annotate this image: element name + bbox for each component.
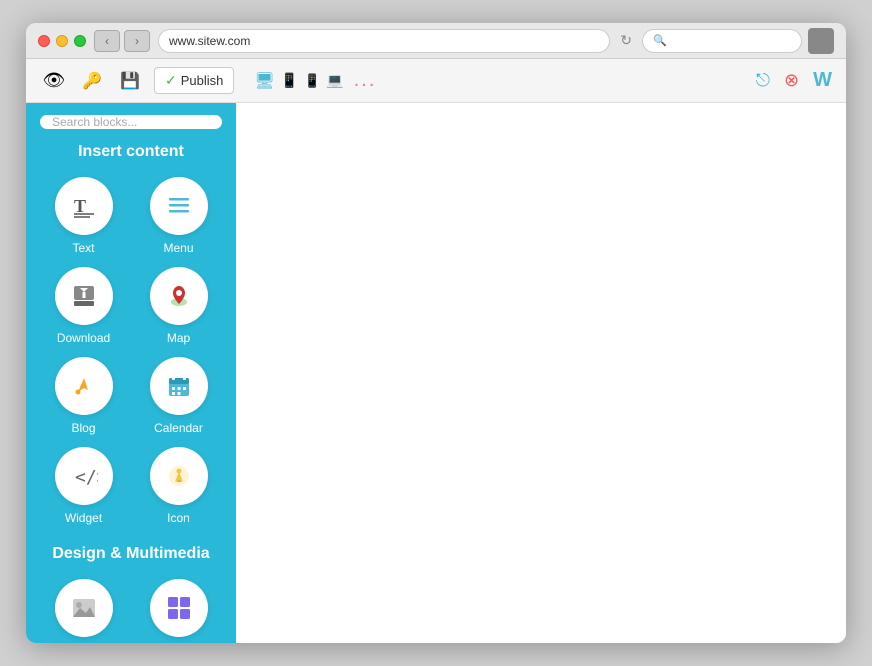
search-blocks-placeholder: Search blocks... <box>52 115 137 129</box>
eye-icon[interactable]: 👁 <box>40 67 68 95</box>
insert-content-title: Insert content <box>26 137 236 165</box>
block-item-download[interactable]: Download <box>40 267 127 345</box>
minimize-button[interactable] <box>56 35 68 47</box>
design-multimedia-title: Design & Multimedia <box>26 539 236 567</box>
toolbar-right: ⎋ ⊗ W <box>756 69 832 92</box>
address-bar-wrapper: www.sitew.com ↻ 🔍 <box>158 28 834 54</box>
address-bar[interactable]: www.sitew.com <box>158 29 610 53</box>
block-label-menu: Menu <box>163 241 193 255</box>
desktop-icon[interactable]: 🖥 <box>254 71 274 91</box>
block-label-map: Map <box>167 331 190 345</box>
back-button[interactable]: ‹ <box>94 30 120 52</box>
insert-content-grid: T Text <box>26 177 236 539</box>
block-item-text[interactable]: T Text <box>40 177 127 255</box>
toolbar: 👁 🔑 💾 ✓ Publish 🖥 📱 📱 💻 ... ⎋ ⊗ W <box>26 59 846 103</box>
block-circle-image <box>55 579 113 637</box>
block-circle-widget: </> <box>55 447 113 505</box>
blog-icon <box>70 372 98 400</box>
forward-button[interactable]: › <box>124 30 150 52</box>
block-circle-calendar <box>150 357 208 415</box>
block-item-map[interactable]: Map <box>135 267 222 345</box>
block-circle-icon <box>150 447 208 505</box>
block-label-calendar: Calendar <box>154 421 203 435</box>
tablet-icon[interactable]: 📱 <box>281 72 298 89</box>
block-label-text: Text <box>72 241 94 255</box>
block-item-widget[interactable]: </> Widget <box>40 447 127 525</box>
extension-icon[interactable] <box>808 28 834 54</box>
block-label-icon: Icon <box>167 511 190 525</box>
image-icon <box>70 594 98 622</box>
block-circle-download <box>55 267 113 325</box>
publish-button[interactable]: ✓ Publish <box>154 67 234 94</box>
block-item-gallery[interactable]: Gallery <box>135 579 222 643</box>
title-bar: ‹ › www.sitew.com ↻ 🔍 <box>26 23 846 59</box>
toolbar-left: 👁 🔑 💾 ✓ Publish 🖥 📱 📱 💻 ... <box>40 67 746 95</box>
help-icon[interactable]: ⊗ <box>784 70 799 91</box>
svg-text:</>: </> <box>75 467 98 488</box>
sidebar: Search blocks... Insert content T Text <box>26 103 236 643</box>
check-icon: ✓ <box>165 72 177 89</box>
icon-icon <box>165 462 193 490</box>
refresh-button[interactable]: ↻ <box>616 32 636 49</box>
content-area <box>236 103 846 643</box>
key-icon[interactable]: 🔑 <box>78 67 106 95</box>
search-icon: 🔍 <box>653 34 667 47</box>
block-item-image[interactable]: Image <box>40 579 127 643</box>
more-button[interactable]: ... <box>354 69 377 92</box>
block-label-widget: Widget <box>65 511 102 525</box>
block-circle-menu <box>150 177 208 235</box>
traffic-lights <box>38 35 86 47</box>
block-item-calendar[interactable]: Calendar <box>135 357 222 435</box>
download-icon <box>70 282 98 310</box>
search-blocks-input[interactable]: Search blocks... <box>40 115 222 129</box>
design-multimedia-grid: Image Gallery <box>26 579 236 643</box>
gallery-icon <box>165 594 193 622</box>
block-circle-gallery <box>150 579 208 637</box>
block-circle-blog <box>55 357 113 415</box>
widget-icon: </> <box>70 462 98 490</box>
browser-window: ‹ › www.sitew.com ↻ 🔍 👁 🔑 💾 ✓ Publish 🖥 <box>26 23 846 643</box>
block-circle-text: T <box>55 177 113 235</box>
close-button[interactable] <box>38 35 50 47</box>
phone-icon[interactable]: 📱 <box>304 73 320 89</box>
text-icon: T <box>70 192 98 220</box>
device-icons: 🖥 📱 📱 💻 <box>254 71 343 91</box>
block-item-icon[interactable]: Icon <box>135 447 222 525</box>
menu-icon <box>165 192 193 220</box>
nav-buttons: ‹ › <box>94 30 150 52</box>
main-area: Search blocks... Insert content T Text <box>26 103 846 643</box>
block-circle-map <box>150 267 208 325</box>
brand-logo[interactable]: W <box>813 69 832 92</box>
publish-label: Publish <box>181 73 224 88</box>
block-item-blog[interactable]: Blog <box>40 357 127 435</box>
calendar-icon <box>165 372 193 400</box>
save-icon[interactable]: 💾 <box>116 67 144 95</box>
map-icon <box>165 282 193 310</box>
share-icon[interactable]: ⎋ <box>756 70 770 91</box>
block-item-menu[interactable]: Menu <box>135 177 222 255</box>
browser-search-bar[interactable]: 🔍 <box>642 29 802 53</box>
block-label-download: Download <box>57 331 110 345</box>
block-label-blog: Blog <box>71 421 95 435</box>
svg-text:T: T <box>74 196 86 216</box>
url-text: www.sitew.com <box>169 34 250 48</box>
maximize-button[interactable] <box>74 35 86 47</box>
tv-icon[interactable]: 💻 <box>326 72 343 89</box>
